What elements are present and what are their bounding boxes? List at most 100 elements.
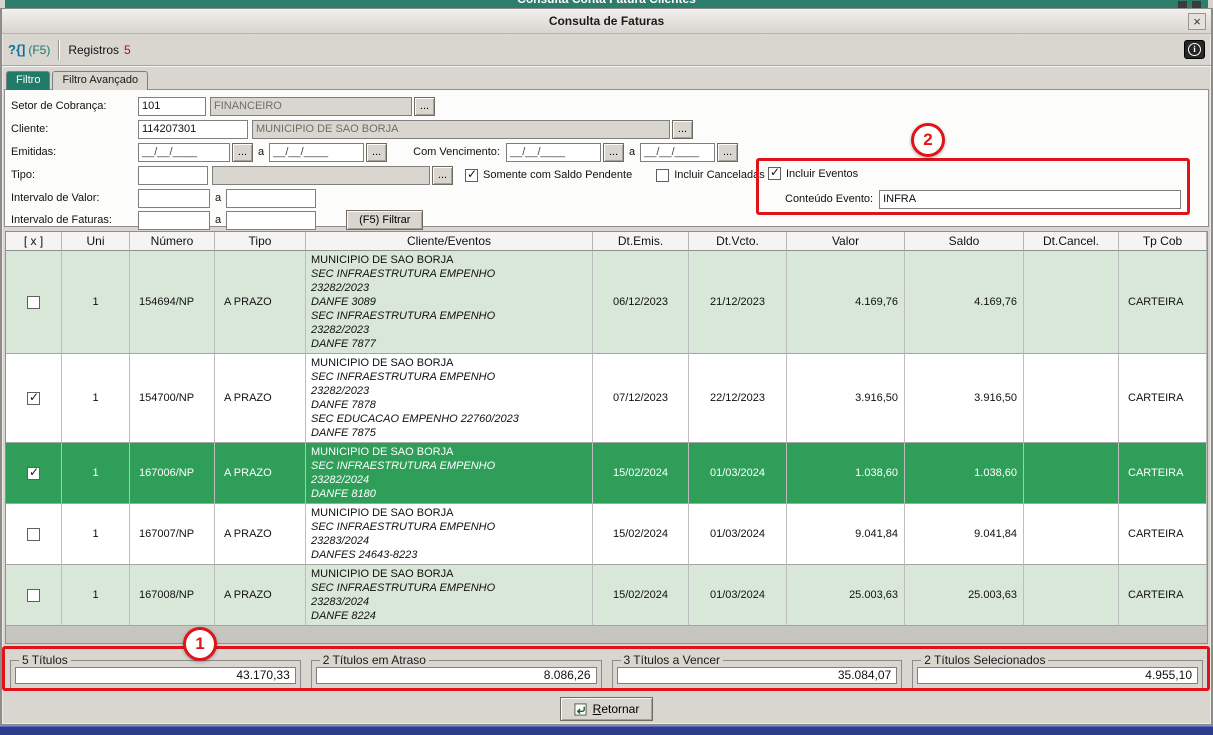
summary-atraso-box: 2 Títulos em Atraso 8.086,26 bbox=[311, 653, 602, 689]
setor-code-input[interactable] bbox=[138, 97, 206, 116]
table-row[interactable]: 1 167007/NP A PRAZO MUNICIPIO DE SAO BOR… bbox=[6, 504, 1207, 565]
tab-filtro-avancado[interactable]: Filtro Avançado bbox=[52, 71, 148, 90]
vencimento-to-input[interactable] bbox=[640, 143, 715, 162]
info-button[interactable]: i bbox=[1184, 40, 1205, 59]
retornar-button[interactable]: Retornar bbox=[560, 697, 654, 721]
row-checkbox[interactable] bbox=[27, 392, 40, 405]
column-header-numero[interactable]: Número bbox=[130, 232, 215, 251]
cell-valor: 25.003,63 bbox=[787, 565, 905, 626]
vencimento-from-calendar-button[interactable]: ... bbox=[603, 143, 624, 162]
column-header-dt-emis[interactable]: Dt.Emis. bbox=[593, 232, 689, 251]
vencimento-from-input[interactable] bbox=[506, 143, 601, 162]
emitidas-label: Emitidas: bbox=[11, 146, 138, 158]
cell-valor: 3.916,50 bbox=[787, 354, 905, 443]
valor-from-input[interactable] bbox=[138, 189, 210, 208]
faturas-a-label: a bbox=[215, 214, 221, 226]
cell-dt-vcto: 22/12/2023 bbox=[689, 354, 787, 443]
help-braces-icon[interactable]: ?{] bbox=[8, 42, 25, 57]
cell-uni: 1 bbox=[62, 443, 130, 504]
emitidas-to-input[interactable] bbox=[269, 143, 364, 162]
cliente-lookup-button[interactable]: ... bbox=[672, 120, 693, 139]
row-checkbox[interactable] bbox=[27, 296, 40, 309]
cell-dt-emis: 15/02/2024 bbox=[593, 565, 689, 626]
intervalo-valor-label: Intervalo de Valor: bbox=[11, 192, 138, 204]
incluir-canceladas-checkbox[interactable] bbox=[656, 169, 669, 182]
row-checkbox[interactable] bbox=[27, 528, 40, 541]
cell-dt-vcto: 01/03/2024 bbox=[689, 565, 787, 626]
column-header-tp-cob[interactable]: Tp Cob bbox=[1119, 232, 1207, 251]
column-header-cliente-eventos[interactable]: Cliente/Eventos bbox=[306, 232, 593, 251]
tipo-code-input[interactable] bbox=[138, 166, 208, 185]
cell-check bbox=[6, 504, 62, 565]
somente-saldo-checkbox[interactable] bbox=[465, 169, 478, 182]
incluir-eventos-label: Incluir Eventos bbox=[786, 168, 858, 180]
cell-valor: 4.169,76 bbox=[787, 251, 905, 354]
emitidas-from-input[interactable] bbox=[138, 143, 230, 162]
cliente-code-input[interactable] bbox=[138, 120, 248, 139]
row-checkbox[interactable] bbox=[27, 589, 40, 602]
row-checkbox[interactable] bbox=[27, 467, 40, 480]
cell-uni: 1 bbox=[62, 565, 130, 626]
filtrar-button[interactable]: (F5) Filtrar bbox=[346, 210, 423, 230]
emitidas-to-calendar-button[interactable]: ... bbox=[366, 143, 387, 162]
summary-selecionados-value: 4.955,10 bbox=[917, 667, 1198, 684]
table-row[interactable]: 1 154700/NP A PRAZO MUNICIPIO DE SAO BOR… bbox=[6, 354, 1207, 443]
cell-cliente-eventos: MUNICIPIO DE SAO BORJASEC INFRAESTRUTURA… bbox=[306, 504, 593, 565]
cell-tipo: A PRAZO bbox=[215, 443, 306, 504]
tipo-lookup-button[interactable]: ... bbox=[432, 166, 453, 185]
summary-atraso-label: 2 Títulos em Atraso bbox=[320, 653, 429, 667]
cell-cliente-eventos: MUNICIPIO DE SAO BORJASEC INFRAESTRUTURA… bbox=[306, 354, 593, 443]
valor-to-input[interactable] bbox=[226, 189, 316, 208]
screen: Consulta Conta Fatura Clientes Consulta … bbox=[0, 0, 1213, 735]
column-header-check[interactable]: [ x ] bbox=[6, 232, 62, 251]
column-header-uni[interactable]: Uni bbox=[62, 232, 130, 251]
cliente-label: Cliente: bbox=[11, 123, 138, 135]
cell-tp-cob: CARTEIRA bbox=[1119, 443, 1207, 504]
button-bar: Retornar bbox=[2, 692, 1211, 721]
grid-header: [ x ] Uni Número Tipo Cliente/Eventos Dt… bbox=[6, 232, 1207, 251]
cell-dt-cancel bbox=[1024, 565, 1119, 626]
tab-filtro[interactable]: Filtro bbox=[6, 71, 50, 90]
cell-uni: 1 bbox=[62, 251, 130, 354]
summary-atraso-value: 8.086,26 bbox=[316, 667, 597, 684]
taskbar-strip bbox=[0, 726, 1213, 735]
background-window-title: Consulta Conta Fatura Clientes bbox=[5, 0, 1208, 6]
background-window-titlebar: Consulta Conta Fatura Clientes bbox=[0, 0, 1213, 8]
tipo-row: Tipo: ... Somente com Saldo Pendente Inc… bbox=[11, 165, 765, 185]
cell-dt-emis: 15/02/2024 bbox=[593, 504, 689, 565]
faturas-to-input[interactable] bbox=[226, 211, 316, 230]
column-header-saldo[interactable]: Saldo bbox=[905, 232, 1024, 251]
info-icon: i bbox=[1188, 43, 1201, 56]
cell-dt-cancel bbox=[1024, 443, 1119, 504]
summary-total-box: 5 Títulos 43.170,33 bbox=[10, 653, 301, 689]
column-header-tipo[interactable]: Tipo bbox=[215, 232, 306, 251]
cell-saldo: 9.041,84 bbox=[905, 504, 1024, 565]
cell-check bbox=[6, 565, 62, 626]
cell-saldo: 4.169,76 bbox=[905, 251, 1024, 354]
column-header-dt-vcto[interactable]: Dt.Vcto. bbox=[689, 232, 787, 251]
emitidas-from-calendar-button[interactable]: ... bbox=[232, 143, 253, 162]
cell-saldo: 3.916,50 bbox=[905, 354, 1024, 443]
toolbar: ?{] (F5) Registros 5 i bbox=[2, 34, 1211, 66]
table-row[interactable]: 1 167006/NP A PRAZO MUNICIPIO DE SAO BOR… bbox=[6, 443, 1207, 504]
table-row[interactable]: 1 154694/NP A PRAZO MUNICIPIO DE SAO BOR… bbox=[6, 251, 1207, 354]
vencimento-to-calendar-button[interactable]: ... bbox=[717, 143, 738, 162]
cell-uni: 1 bbox=[62, 354, 130, 443]
cell-numero: 167006/NP bbox=[130, 443, 215, 504]
emitidas-row: Emitidas: ... a ... Com Vencimento: ... … bbox=[11, 142, 738, 162]
cell-tp-cob: CARTEIRA bbox=[1119, 504, 1207, 565]
incluir-eventos-checkbox[interactable] bbox=[768, 167, 781, 180]
close-icon: × bbox=[1193, 15, 1201, 28]
setor-lookup-button[interactable]: ... bbox=[414, 97, 435, 116]
table-row[interactable]: 1 167008/NP A PRAZO MUNICIPIO DE SAO BOR… bbox=[6, 565, 1207, 626]
conteudo-evento-row: Conteúdo Evento: bbox=[785, 189, 1181, 209]
cell-cliente-eventos: MUNICIPIO DE SAO BORJASEC INFRAESTRUTURA… bbox=[306, 565, 593, 626]
faturas-from-input[interactable] bbox=[138, 211, 210, 230]
cell-dt-cancel bbox=[1024, 354, 1119, 443]
cell-dt-vcto: 01/03/2024 bbox=[689, 504, 787, 565]
close-button[interactable]: × bbox=[1188, 13, 1206, 30]
summary-total-value: 43.170,33 bbox=[15, 667, 296, 684]
column-header-valor[interactable]: Valor bbox=[787, 232, 905, 251]
conteudo-evento-input[interactable] bbox=[879, 190, 1181, 209]
column-header-dt-cancel[interactable]: Dt.Cancel. bbox=[1024, 232, 1119, 251]
